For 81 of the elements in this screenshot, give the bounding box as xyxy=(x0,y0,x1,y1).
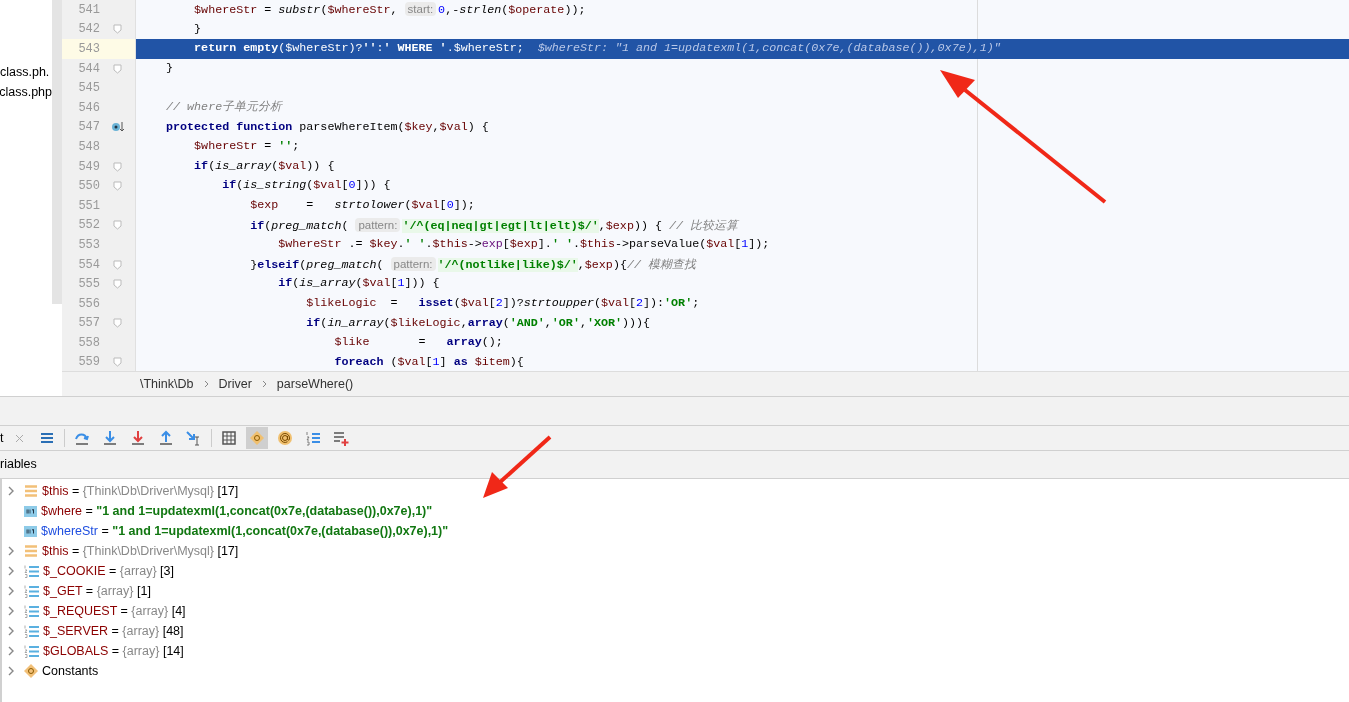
object-icon xyxy=(24,485,38,497)
code-line: $whereStr = ''; xyxy=(193,138,301,156)
code-line: $exp = strtolower($val[0]); xyxy=(249,196,476,214)
code-line: if(is_array($val[1])) { xyxy=(277,275,441,293)
variable-entry[interactable]: $_SERVER = {array} [48] xyxy=(43,624,184,638)
array-icon xyxy=(24,584,39,598)
line-number: 558 xyxy=(77,335,100,350)
line-number: 552 xyxy=(77,218,100,233)
line-number: 559 xyxy=(77,355,100,370)
string-type-icon xyxy=(24,525,37,537)
code-line: foreach ($val[1] as $item){ xyxy=(333,353,525,371)
line-number: 544 xyxy=(77,61,100,76)
array-icon xyxy=(24,624,39,638)
file-name[interactable]: class.php xyxy=(0,82,52,102)
variable-entry[interactable]: $whereStr = "1 and 1=updatexml(1,concat(0x7e,(database()),0x7e),1)" xyxy=(41,524,449,538)
variable-entry[interactable]: $_COOKIE = {array} [3] xyxy=(43,564,174,578)
add-watch-icon[interactable] xyxy=(332,429,351,447)
override-marker-icon[interactable] xyxy=(110,121,125,134)
code-line: protected function parseWhereItem($key,$val) { xyxy=(165,118,490,136)
line-number: 557 xyxy=(77,316,100,331)
at-sign-icon[interactable] xyxy=(276,429,295,447)
string-type-icon xyxy=(24,505,37,517)
line-number: 555 xyxy=(77,277,100,292)
code-line: if(is_array($val)) { xyxy=(193,157,336,175)
code-line: }elseif(preg_match( pattern: '/^(notlike|like)$/',$exp){// 模糊查找 xyxy=(249,255,698,274)
array-icon xyxy=(24,644,39,658)
variable-entry[interactable]: Constants xyxy=(42,664,99,678)
expand-chevron-icon[interactable] xyxy=(7,646,15,656)
line-number: 543 xyxy=(77,42,100,56)
code-line: } xyxy=(165,59,175,77)
line-number: 547 xyxy=(77,120,100,135)
table-icon[interactable] xyxy=(220,429,239,447)
expand-chevron-icon[interactable] xyxy=(7,566,15,576)
line-number: 542 xyxy=(77,22,100,37)
code-line: $likeLogic = isset($val[2])?strtoupper($val[2]):'OR'; xyxy=(305,294,701,312)
line-number: 549 xyxy=(77,159,100,174)
line-number: 545 xyxy=(77,81,100,96)
code-line: $whereStr = substr($whereStr, start: 0,-strlen($operate)); xyxy=(193,1,587,19)
variable-entry[interactable]: $_REQUEST = {array} [4] xyxy=(43,604,186,618)
variable-entry[interactable]: $where = "1 and 1=updatexml(1,concat(0x7e,(database()),0x7e),1)" xyxy=(41,504,433,518)
line-number: 541 xyxy=(77,2,100,17)
debug-tab[interactable]: t xyxy=(0,431,4,445)
line-number: 550 xyxy=(77,179,100,194)
expand-chevron-icon[interactable] xyxy=(7,486,15,496)
expand-chevron-icon[interactable] xyxy=(7,606,15,616)
constant-icon[interactable] xyxy=(248,429,267,447)
code-line: // where子单元分析 xyxy=(165,98,284,116)
chevron-right-icon xyxy=(261,380,267,388)
breadcrumb-item[interactable]: \Think\Db xyxy=(140,377,194,391)
numbered-list-icon[interactable] xyxy=(304,429,323,447)
code-line: $like = array(); xyxy=(333,334,504,352)
scrollbar-thumb[interactable] xyxy=(52,0,62,304)
array-icon xyxy=(24,564,39,578)
code-line: } xyxy=(193,20,203,38)
line-number: 546 xyxy=(77,100,100,115)
expand-chevron-icon[interactable] xyxy=(7,586,15,596)
constant-icon xyxy=(24,664,38,678)
line-number: 556 xyxy=(77,296,100,311)
expand-chevron-icon[interactable] xyxy=(7,626,15,636)
annotation-arrow xyxy=(483,435,552,498)
breadcrumb-item[interactable]: parseWhere() xyxy=(276,377,354,391)
object-icon xyxy=(24,545,38,557)
code-line: if(in_array($likeLogic,array('AND','OR','XOR'))){ xyxy=(305,314,652,332)
file-name[interactable]: .class.ph xyxy=(0,62,52,82)
array-icon xyxy=(24,604,39,618)
variables-title: riables xyxy=(0,457,37,471)
variable-entry[interactable]: $_GET = {array} [1] xyxy=(43,584,151,598)
line-number: 551 xyxy=(77,198,100,213)
line-number: 554 xyxy=(77,257,100,272)
variable-entry[interactable]: $this = {Think\Db\Driver\Mysql} [17] xyxy=(42,484,239,498)
line-number: 553 xyxy=(77,237,100,252)
breadcrumb-item[interactable]: Driver xyxy=(218,377,252,391)
expand-chevron-icon[interactable] xyxy=(7,666,15,676)
variable-entry[interactable]: $GLOBALS = {array} [14] xyxy=(43,644,184,658)
expand-chevron-icon[interactable] xyxy=(7,546,15,556)
chevron-right-icon xyxy=(203,380,209,388)
code-line: if(is_string($val[0])) { xyxy=(221,177,392,195)
code-line: $whereStr .= $key.' '.$this->exp[$exp].' '.$this->parseValue($val[1]); xyxy=(277,236,771,254)
variable-entry[interactable]: $this = {Think\Db\Driver\Mysql} [17] xyxy=(42,544,239,558)
line-number: 548 xyxy=(77,139,100,154)
code-line: if(preg_match( pattern: '/^(eq|neq|gt|egt|lt|elt)$/',$exp)) { // 比较运算 xyxy=(249,216,740,235)
